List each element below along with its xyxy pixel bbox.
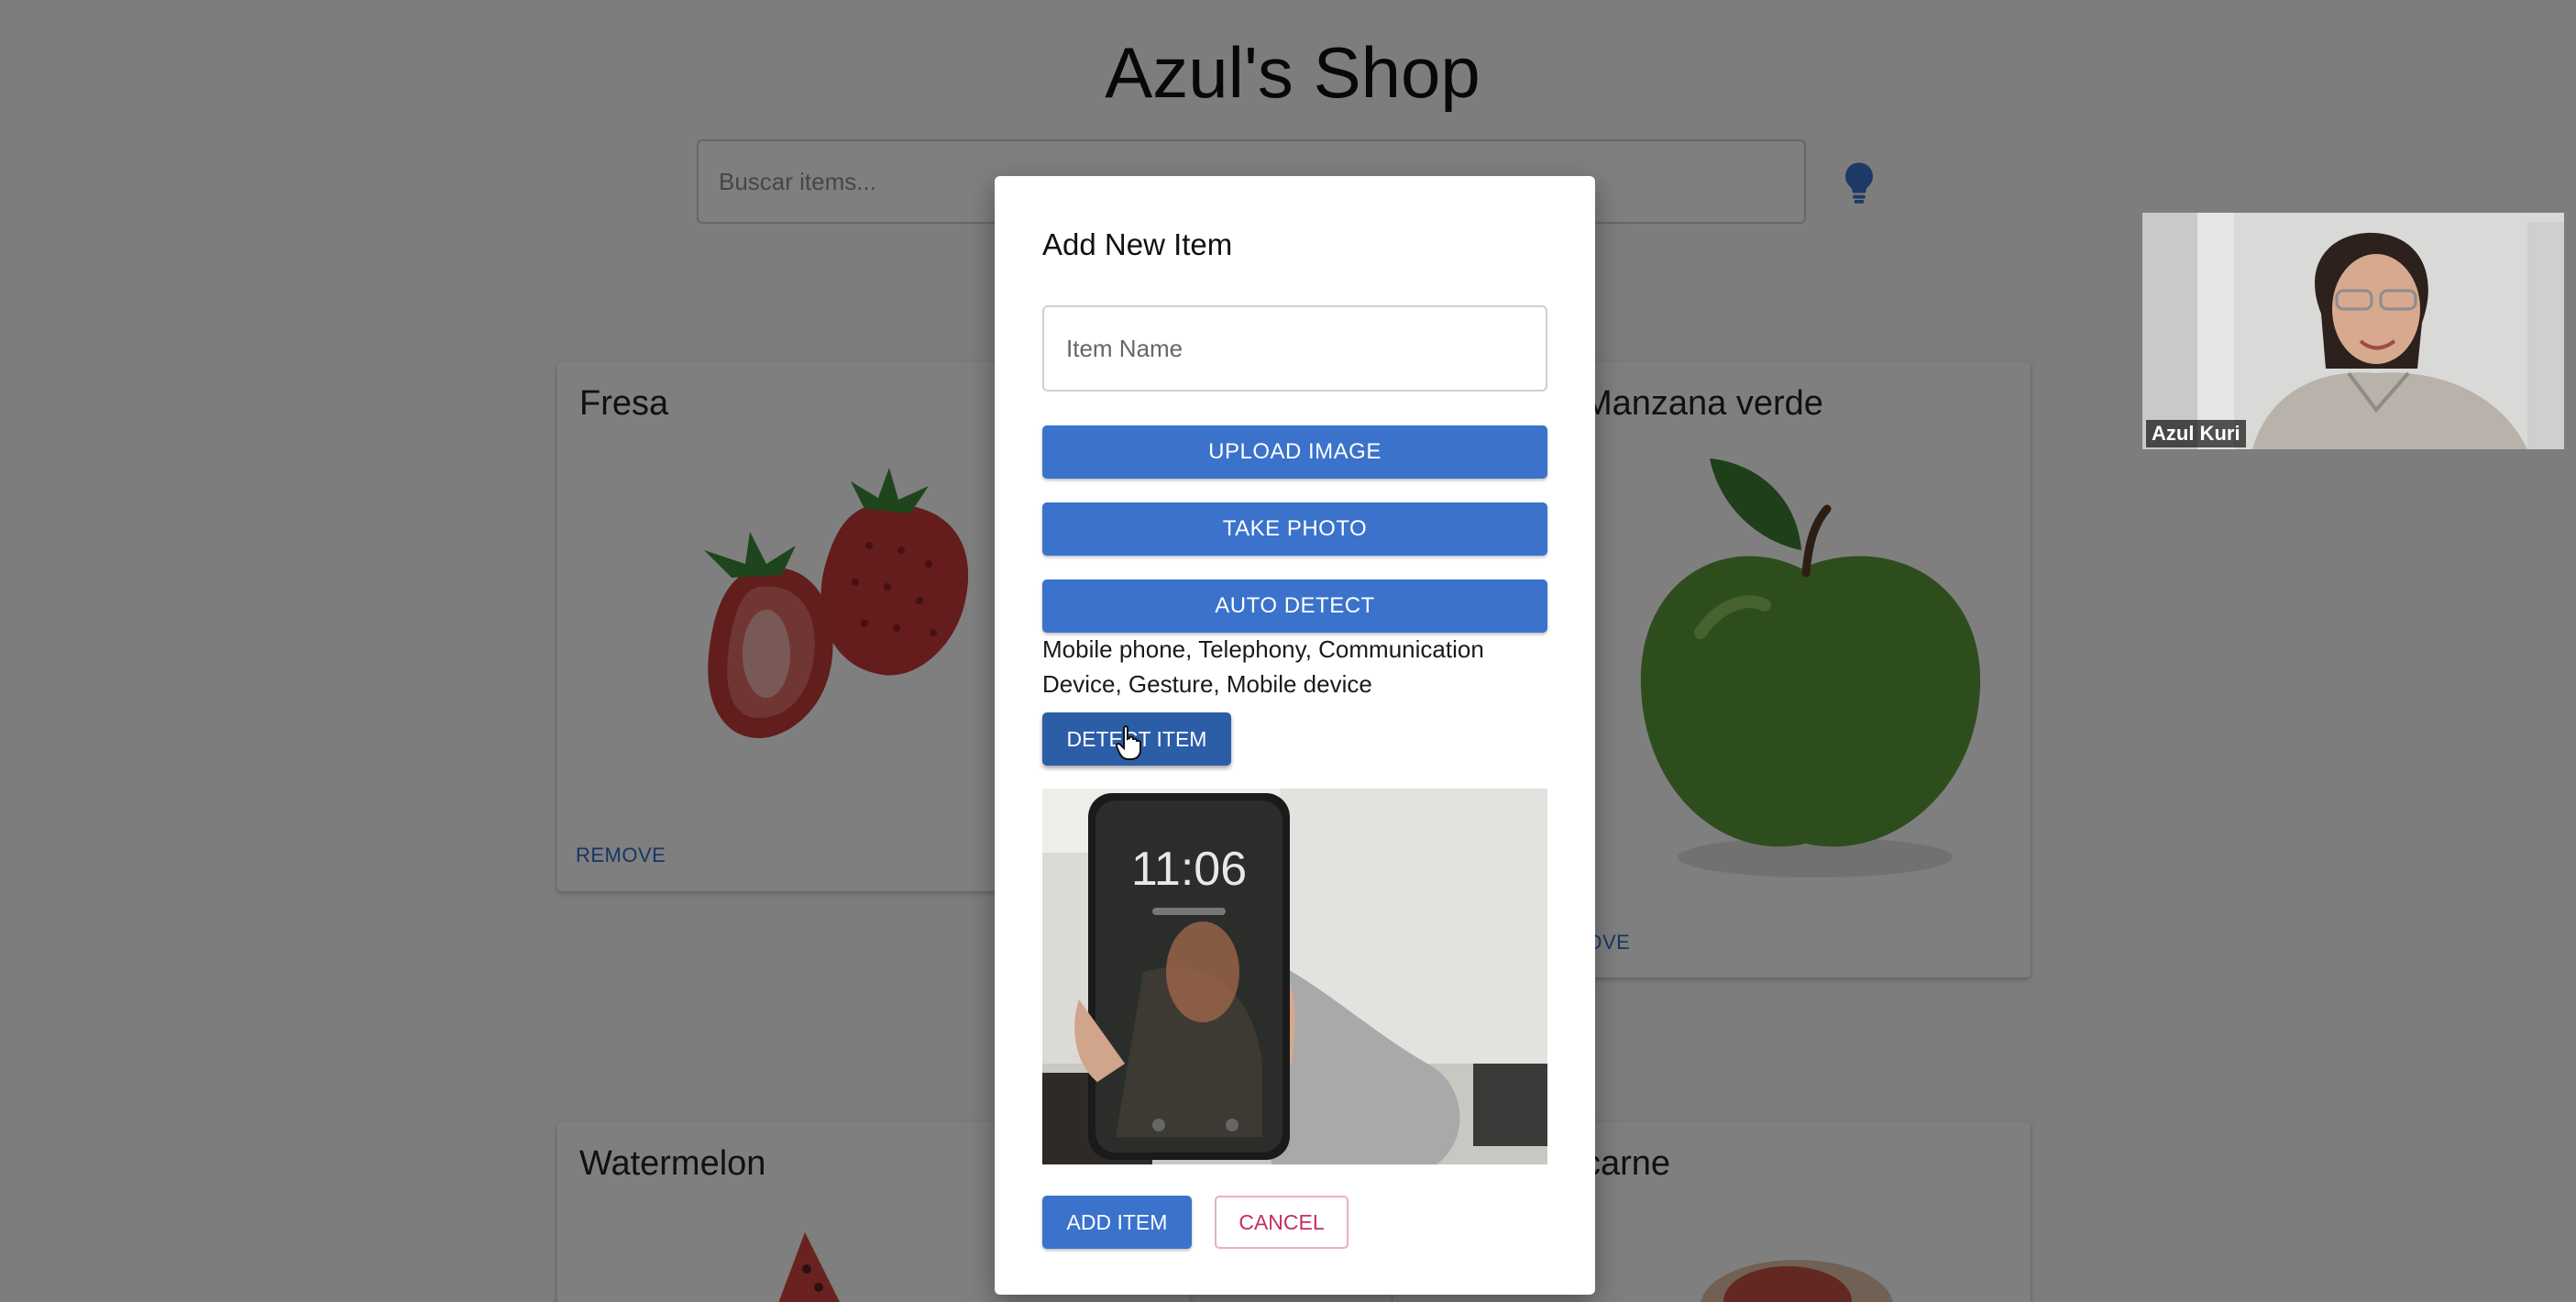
webcam-video: Azul Kuri: [2142, 213, 2564, 449]
captured-photo: 11:06: [1042, 789, 1547, 1164]
item-name-input[interactable]: [1042, 305, 1547, 392]
photo-clock-text: 11:06: [1131, 843, 1247, 896]
detected-labels: Mobile phone, Telephony, Communication D…: [1042, 635, 1484, 698]
participant-video-image: [2142, 213, 2564, 449]
add-item-button[interactable]: ADD ITEM: [1042, 1196, 1192, 1249]
dialog-title: Add New Item: [1042, 227, 1233, 261]
add-item-dialog: Add New Item UPLOAD IMAGE TAKE PHOTO AUT…: [995, 176, 1595, 1295]
upload-image-button[interactable]: UPLOAD IMAGE: [1042, 425, 1547, 479]
hand-cursor-icon: [1116, 725, 1141, 760]
phone-photo-image: 11:06: [1042, 789, 1547, 1164]
cancel-button[interactable]: CANCEL: [1215, 1196, 1349, 1249]
auto-detect-button[interactable]: AUTO DETECT: [1042, 579, 1547, 633]
take-photo-button[interactable]: TAKE PHOTO: [1042, 502, 1547, 556]
participant-name: Azul Kuri: [2146, 420, 2246, 447]
